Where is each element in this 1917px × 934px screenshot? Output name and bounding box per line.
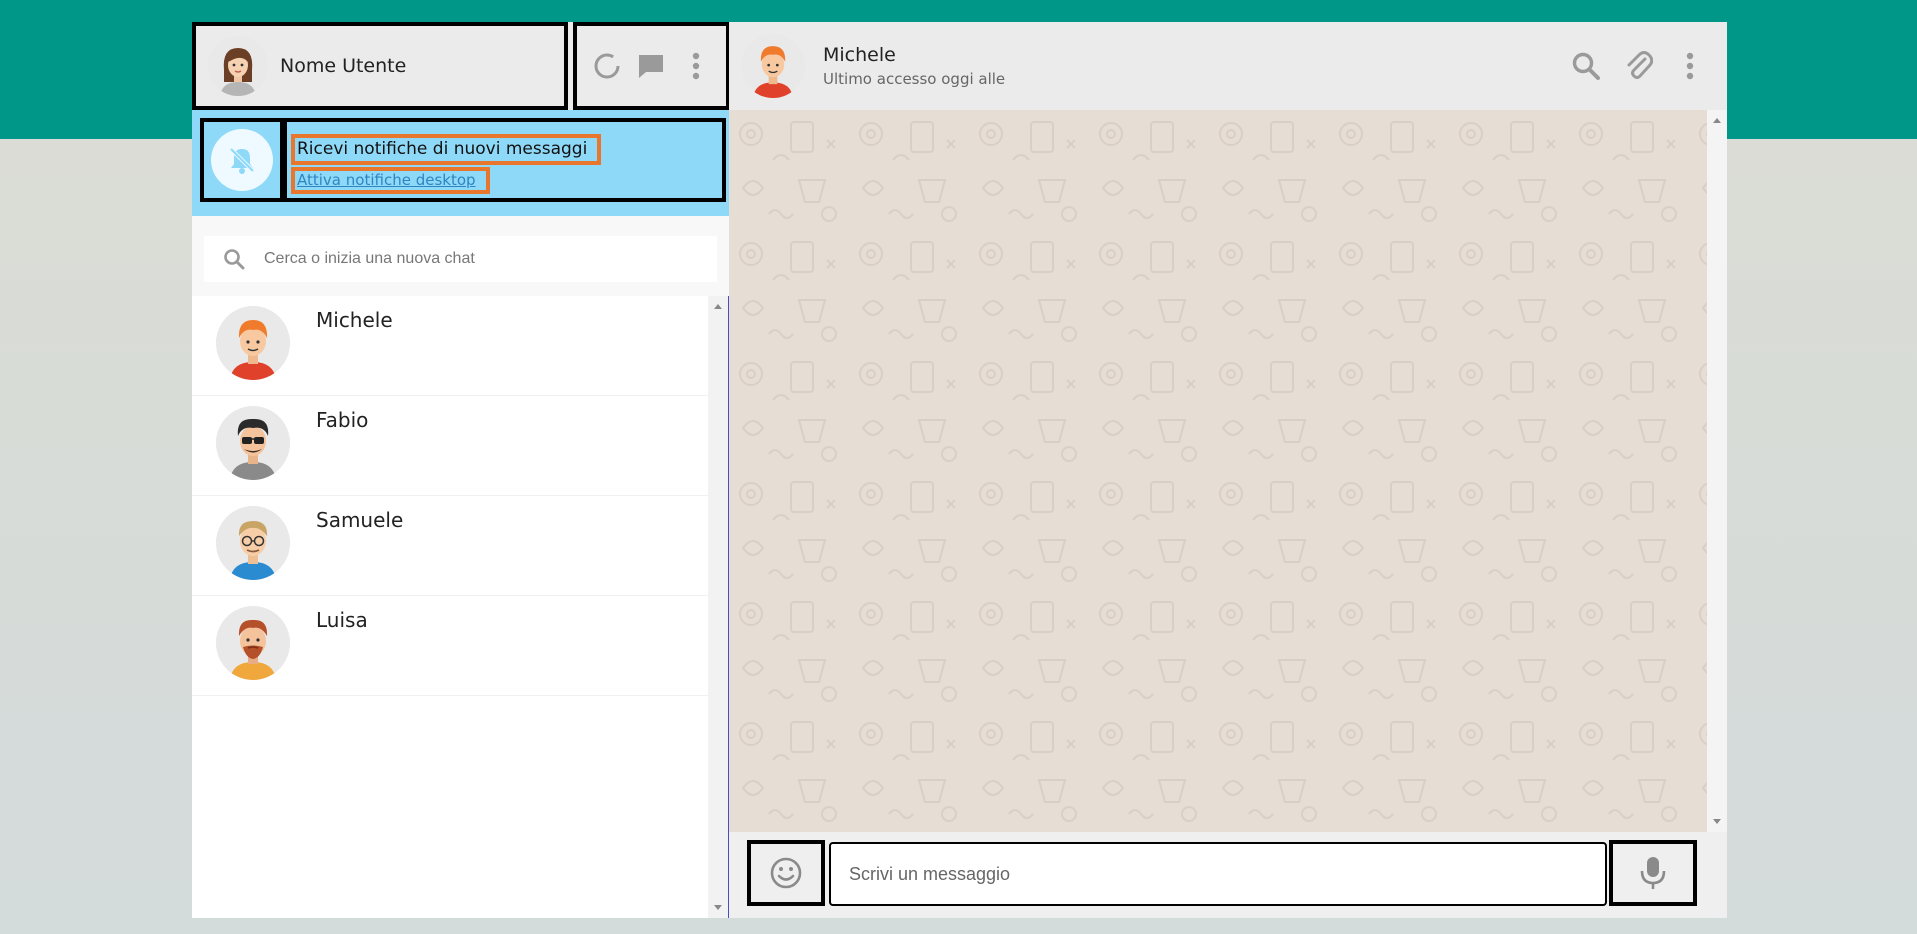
chat-item-luisa[interactable]: Luisa bbox=[192, 596, 708, 696]
active-contact-info[interactable]: Michele Ultimo accesso oggi alle bbox=[823, 44, 1005, 88]
message-input-box[interactable] bbox=[829, 842, 1607, 906]
user-avatar[interactable] bbox=[208, 36, 268, 96]
message-composer bbox=[729, 832, 1727, 918]
avatar-michele-icon bbox=[741, 34, 805, 98]
sidebar-header: Nome Utente bbox=[192, 22, 730, 110]
avatar-samuele-icon bbox=[216, 506, 290, 580]
emoji-icon bbox=[770, 857, 802, 889]
search-bar bbox=[192, 216, 729, 296]
avatar-luisa-icon bbox=[216, 606, 290, 680]
contact-name: Samuele bbox=[316, 508, 404, 532]
last-seen-status: Ultimo accesso oggi alle bbox=[823, 70, 1006, 88]
conversation-header: Michele Ultimo accesso oggi alle bbox=[729, 22, 1727, 110]
emoji-button[interactable] bbox=[747, 840, 825, 906]
scroll-up-arrow-icon[interactable] bbox=[1713, 118, 1721, 123]
scroll-down-arrow-icon[interactable] bbox=[714, 905, 722, 910]
whatsapp-app: Nome Utente Ricevi notifiche di nuovi me… bbox=[192, 22, 1727, 918]
search-box[interactable] bbox=[204, 236, 717, 282]
contact-avatar bbox=[216, 306, 290, 380]
notification-icon-box[interactable] bbox=[200, 118, 284, 202]
message-input[interactable] bbox=[849, 863, 1605, 885]
profile-section[interactable]: Nome Utente bbox=[192, 22, 568, 110]
contact-name: Fabio bbox=[316, 408, 369, 432]
notification-banner: Ricevi notifiche di nuovi messaggi Attiv… bbox=[192, 110, 729, 232]
chat-item-michele[interactable]: Michele bbox=[192, 296, 708, 396]
microphone-icon bbox=[1640, 857, 1666, 889]
menu-dots-icon[interactable] bbox=[1671, 48, 1709, 84]
active-contact-avatar[interactable] bbox=[741, 34, 805, 98]
chat-item-fabio[interactable]: Fabio bbox=[192, 396, 708, 496]
scroll-down-arrow-icon[interactable] bbox=[1713, 819, 1721, 824]
contact-avatar bbox=[216, 406, 290, 480]
contact-avatar bbox=[216, 506, 290, 580]
microphone-button[interactable] bbox=[1609, 840, 1697, 906]
user-female-avatar-icon bbox=[208, 36, 268, 96]
notification-title: Ricevi notifiche di nuovi messaggi bbox=[291, 134, 602, 165]
sidebar: Nome Utente Ricevi notifiche di nuovi me… bbox=[192, 22, 730, 918]
chat-list: Michele Fabio Samuele Luisa bbox=[192, 296, 708, 918]
sidebar-actions bbox=[573, 22, 730, 110]
user-name: Nome Utente bbox=[280, 55, 407, 77]
chat-list-scrollbar[interactable] bbox=[708, 296, 728, 918]
conversation-actions bbox=[1567, 48, 1709, 84]
contact-avatar bbox=[216, 606, 290, 680]
new-chat-icon[interactable] bbox=[633, 48, 669, 84]
contact-name: Michele bbox=[316, 308, 393, 332]
search-input[interactable] bbox=[264, 250, 684, 268]
conversation-panel: Michele Ultimo accesso oggi alle bbox=[729, 22, 1727, 918]
attach-icon[interactable] bbox=[1619, 48, 1657, 84]
messages-area[interactable] bbox=[729, 110, 1707, 832]
messages-scrollbar[interactable] bbox=[1707, 110, 1727, 832]
contact-name: Luisa bbox=[316, 608, 368, 632]
status-icon[interactable] bbox=[589, 48, 625, 84]
avatar-michele-icon bbox=[216, 306, 290, 380]
search-icon bbox=[204, 248, 264, 270]
avatar-fabio-icon bbox=[216, 406, 290, 480]
bell-off-icon bbox=[211, 129, 273, 191]
chat-item-samuele[interactable]: Samuele bbox=[192, 496, 708, 596]
scroll-up-arrow-icon[interactable] bbox=[714, 304, 722, 309]
notification-text-box: Ricevi notifiche di nuovi messaggi Attiv… bbox=[283, 118, 726, 202]
chat-wallpaper-pattern bbox=[729, 110, 1707, 832]
search-icon[interactable] bbox=[1567, 48, 1605, 84]
active-contact-name: Michele bbox=[823, 44, 896, 66]
enable-desktop-notifications-link[interactable]: Attiva notifiche desktop bbox=[291, 167, 490, 194]
menu-dots-icon[interactable] bbox=[678, 48, 714, 84]
